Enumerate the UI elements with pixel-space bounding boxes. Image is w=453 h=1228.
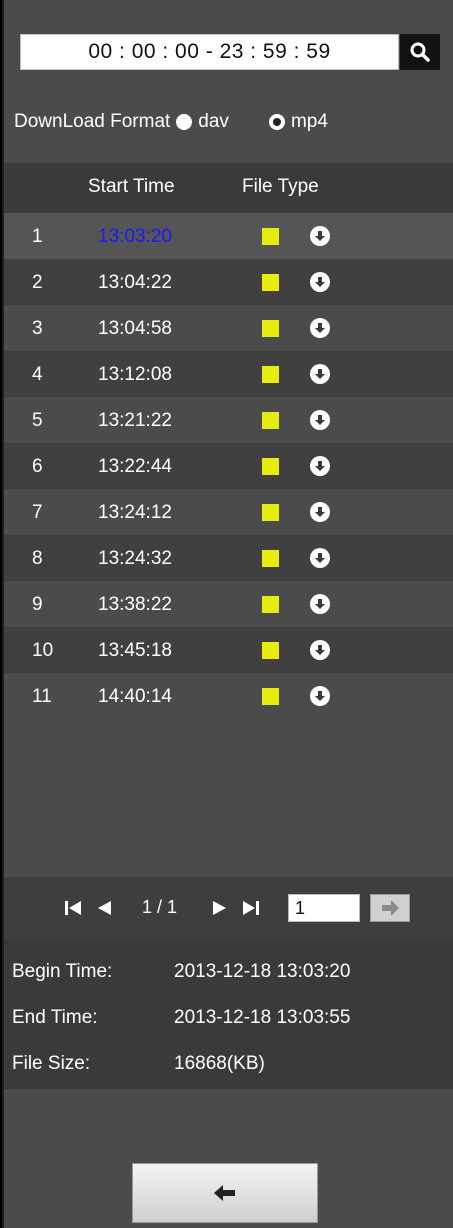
- row-index: 9: [32, 594, 43, 615]
- playback-file-panel: 00 : 00 : 00 - 23 : 59 : 59 DownLoad For…: [2, 0, 453, 1228]
- download-icon[interactable]: [310, 640, 330, 660]
- format-option-mp4-label: mp4: [290, 111, 328, 132]
- prev-page-icon[interactable]: [96, 899, 112, 917]
- file-type-indicator: [262, 274, 279, 291]
- file-type-indicator: [262, 366, 279, 383]
- page-indicator: 1 / 1: [142, 897, 178, 917]
- file-type-indicator: [262, 596, 279, 613]
- row-index: 11: [32, 686, 52, 707]
- download-icon[interactable]: [310, 594, 330, 614]
- file-type-indicator: [262, 642, 279, 659]
- download-icon[interactable]: [310, 502, 330, 522]
- format-option-dav-label: dav: [198, 111, 229, 132]
- row-start-time[interactable]: 13:38:22: [98, 594, 172, 616]
- back-button[interactable]: [132, 1163, 318, 1223]
- row-index: 7: [32, 502, 43, 523]
- row-start-time[interactable]: 13:24:32: [98, 548, 172, 570]
- download-icon[interactable]: [310, 226, 330, 246]
- row-index: 4: [32, 364, 43, 385]
- download-icon[interactable]: [310, 548, 330, 568]
- file-info-panel: Begin Time: 2013-12-18 13:03:20 End Time…: [4, 939, 453, 1089]
- row-start-time[interactable]: 14:40:14: [98, 686, 172, 708]
- download-icon[interactable]: [310, 318, 330, 338]
- download-icon[interactable]: [310, 272, 330, 292]
- row-start-time[interactable]: 13:24:12: [98, 502, 172, 524]
- go-page-button[interactable]: [370, 894, 410, 922]
- page-number-input[interactable]: [288, 894, 360, 922]
- search-icon: [410, 42, 430, 62]
- download-icon[interactable]: [310, 456, 330, 476]
- row-index: 6: [32, 456, 43, 477]
- end-time-label: End Time:: [12, 1007, 98, 1028]
- next-page-icon[interactable]: [212, 899, 228, 917]
- row-start-time[interactable]: 13:03:20: [98, 226, 172, 248]
- begin-time-value: 2013-12-18 13:03:20: [174, 961, 351, 982]
- download-icon[interactable]: [310, 686, 330, 706]
- file-type-indicator: [262, 228, 279, 245]
- row-index: 1: [32, 226, 43, 247]
- row-start-time[interactable]: 13:04:58: [98, 318, 172, 340]
- file-row[interactable]: 2 13:04:22: [4, 259, 453, 305]
- row-start-time[interactable]: 13:04:22: [98, 272, 172, 294]
- column-start-time: Start Time: [88, 176, 175, 197]
- file-table-body: 1 13:03:20 2 13:04:22 3 13:04:58 4 13:12:08 5 13:…: [4, 213, 453, 719]
- column-file-type: File Type: [242, 176, 319, 197]
- file-row[interactable]: 10 13:45:18: [4, 627, 453, 673]
- file-type-indicator: [262, 550, 279, 567]
- file-row[interactable]: 4 13:12:08: [4, 351, 453, 397]
- row-start-time[interactable]: 13:45:18: [98, 640, 172, 662]
- back-arrow-icon: [214, 1185, 235, 1201]
- row-start-time[interactable]: 13:12:08: [98, 364, 172, 386]
- file-type-indicator: [262, 504, 279, 521]
- row-start-time[interactable]: 13:21:22: [98, 410, 172, 432]
- pagination-bar: 1 / 1: [4, 877, 453, 939]
- file-type-indicator: [262, 458, 279, 475]
- file-size-label: File Size:: [12, 1053, 91, 1074]
- time-range-input[interactable]: 00 : 00 : 00 - 23 : 59 : 59: [20, 34, 399, 70]
- file-size-value: 16868(KB): [174, 1053, 265, 1074]
- row-index: 3: [32, 318, 43, 339]
- row-index: 2: [32, 272, 43, 293]
- begin-time-label: Begin Time:: [12, 961, 113, 982]
- go-arrow-icon: [382, 900, 399, 916]
- file-row[interactable]: 9 13:38:22: [4, 581, 453, 627]
- file-type-indicator: [262, 688, 279, 705]
- file-row[interactable]: 7 13:24:12: [4, 489, 453, 535]
- file-row[interactable]: 6 13:22:44: [4, 443, 453, 489]
- row-index: 5: [32, 410, 43, 431]
- download-icon[interactable]: [310, 410, 330, 430]
- file-type-indicator: [262, 412, 279, 429]
- format-radio-dav[interactable]: [176, 114, 193, 130]
- end-time-value: 2013-12-18 13:03:55: [174, 1007, 351, 1028]
- download-icon[interactable]: [310, 364, 330, 384]
- first-page-icon[interactable]: [64, 899, 82, 917]
- file-row[interactable]: 1 13:03:20: [4, 213, 453, 259]
- row-index: 8: [32, 548, 43, 569]
- row-start-time[interactable]: 13:22:44: [98, 456, 172, 478]
- file-table-header: Start Time File Type: [4, 163, 453, 213]
- file-type-indicator: [262, 320, 279, 337]
- download-format-label: DownLoad Format: [14, 111, 171, 132]
- download-format-row: DownLoad Format dav mp4: [14, 106, 453, 138]
- row-index: 10: [32, 640, 54, 661]
- file-row[interactable]: 8 13:24:32: [4, 535, 453, 581]
- last-page-icon[interactable]: [242, 899, 260, 917]
- search-button[interactable]: [400, 34, 440, 70]
- format-radio-mp4[interactable]: [268, 114, 285, 130]
- file-row[interactable]: 11 14:40:14: [4, 673, 453, 719]
- file-row[interactable]: 5 13:21:22: [4, 397, 453, 443]
- file-row[interactable]: 3 13:04:58: [4, 305, 453, 351]
